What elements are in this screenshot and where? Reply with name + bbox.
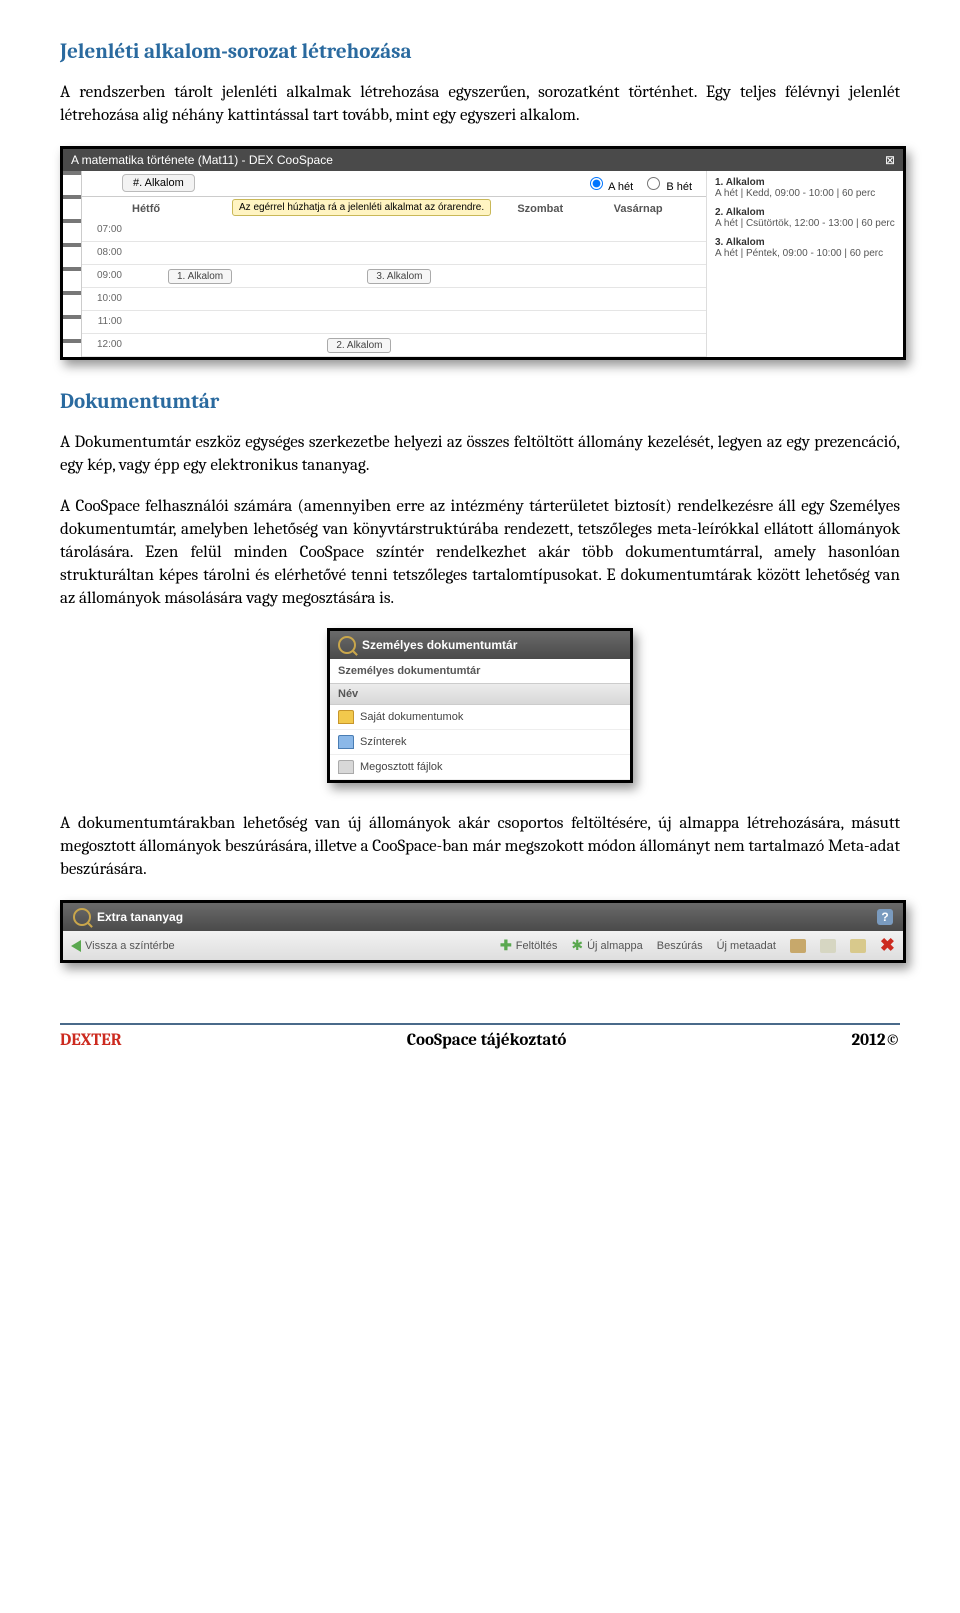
toolbar-title-text: Extra tananyag [97,910,183,924]
time-label: 07:00 [82,224,128,235]
event-2[interactable]: 2. Alkalom [327,338,391,353]
close-icon[interactable]: ⊠ [885,153,895,167]
time-label: 09:00 [82,270,128,281]
side-alk-title: 2. Alkalom [715,207,895,218]
folder-icon [338,760,354,774]
dok-row-megosztott[interactable]: Megosztott fájlok [330,755,630,780]
upload-button[interactable]: ✚Feltöltés [500,937,557,954]
time-label: 12:00 [82,339,128,350]
toolbar-title-bar: Extra tananyag ? [63,903,903,931]
side-alk-detail: A hét | Péntek, 09:00 - 10:00 | 60 perc [715,248,895,259]
footer-dexter: DEXTER [60,1031,122,1050]
radio-a-het[interactable]: A hét [585,181,634,193]
new-folder-button[interactable]: ✱Új almappa [571,937,642,954]
help-icon[interactable]: ? [877,909,893,925]
dok-column-header[interactable]: Név [330,683,630,705]
footer-year: 2012© [851,1031,900,1050]
person-icon[interactable] [790,939,806,953]
schedule-window-title: A matematika története (Mat11) - DEX Coo… [63,149,903,171]
day-szombat: Szombat [513,203,609,215]
toolbar-screenshot: Extra tananyag ? Vissza a színtérbe ✚Fel… [60,900,906,963]
event-1[interactable]: 1. Alkalom [168,269,232,284]
toolbar-actions: Vissza a színtérbe ✚Feltöltés ✱Új almapp… [63,931,903,960]
side-alk-title: 1. Alkalom [715,177,895,188]
folder-search-icon [338,636,356,654]
side-alk-title: 3. Alkalom [715,237,895,248]
folder-icon [338,710,354,724]
dok-subtitle: Személyes dokumentumtár [330,659,630,683]
dokumentumtar-screenshot: Személyes dokumentumtár Személyes dokume… [327,628,633,783]
delete-icon[interactable]: ✖ [880,935,895,956]
arrow-left-icon [71,940,81,952]
paragraph-3: A CooSpace felhasználói számára (amennyi… [60,496,900,611]
back-button[interactable]: Vissza a színtérbe [71,940,175,952]
section-title-jelenleti: Jelenléti alkalom-sorozat létrehozása [60,40,900,64]
plus-icon: ✚ [500,937,512,954]
paragraph-4: A dokumentumtárakban lehetőség van új ál… [60,813,900,882]
event-3[interactable]: 3. Alkalom [367,269,431,284]
spiral-binding [63,171,82,357]
time-label: 10:00 [82,293,128,304]
mail-icon[interactable] [820,939,836,953]
insert-button[interactable]: Beszúrás [657,940,703,952]
day-vasarnap: Vasárnap [610,203,706,215]
time-label: 11:00 [82,316,128,327]
time-label: 08:00 [82,247,128,258]
new-meta-button[interactable]: Új metaadat [717,940,776,952]
page-footer: DEXTER CooSpace tájékoztató 2012© [60,1023,900,1050]
schedule-sidebar: 1. AlkalomA hét | Kedd, 09:00 - 10:00 | … [706,171,903,357]
section-title-dokumentumtar: Dokumentumtár [60,390,900,414]
schedule-title-text: A matematika története (Mat11) - DEX Coo… [71,153,333,167]
dok-row-szinterek[interactable]: Színterek [330,730,630,755]
side-alk-detail: A hét | Kedd, 09:00 - 10:00 | 60 perc [715,188,895,199]
folder-icon [338,735,354,749]
paragraph-1: A rendszerben tárolt jelenléti alkalmak … [60,82,900,128]
dok-row-sajat[interactable]: Saját dokumentumok [330,705,630,730]
footer-title: CooSpace tájékoztató [407,1031,567,1050]
drag-tooltip: Az egérrel húzhatja rá a jelenléti alkal… [232,199,491,216]
radio-b-het[interactable]: B hét [642,181,692,193]
dok-title-bar: Személyes dokumentumtár [330,631,630,659]
side-alk-detail: A hét | Csütörtök, 12:00 - 13:00 | 60 pe… [715,218,895,229]
alkalom-pill[interactable]: #. Alkalom [122,174,195,192]
folder-search-icon [73,908,91,926]
day-hetfo: Hétfő [128,203,224,215]
edit-icon[interactable] [850,939,866,953]
star-icon: ✱ [571,937,583,954]
paragraph-2: A Dokumentumtár eszköz egységes szerkeze… [60,432,900,478]
schedule-screenshot: A matematika története (Mat11) - DEX Coo… [60,146,906,360]
dok-title-text: Személyes dokumentumtár [362,638,517,652]
